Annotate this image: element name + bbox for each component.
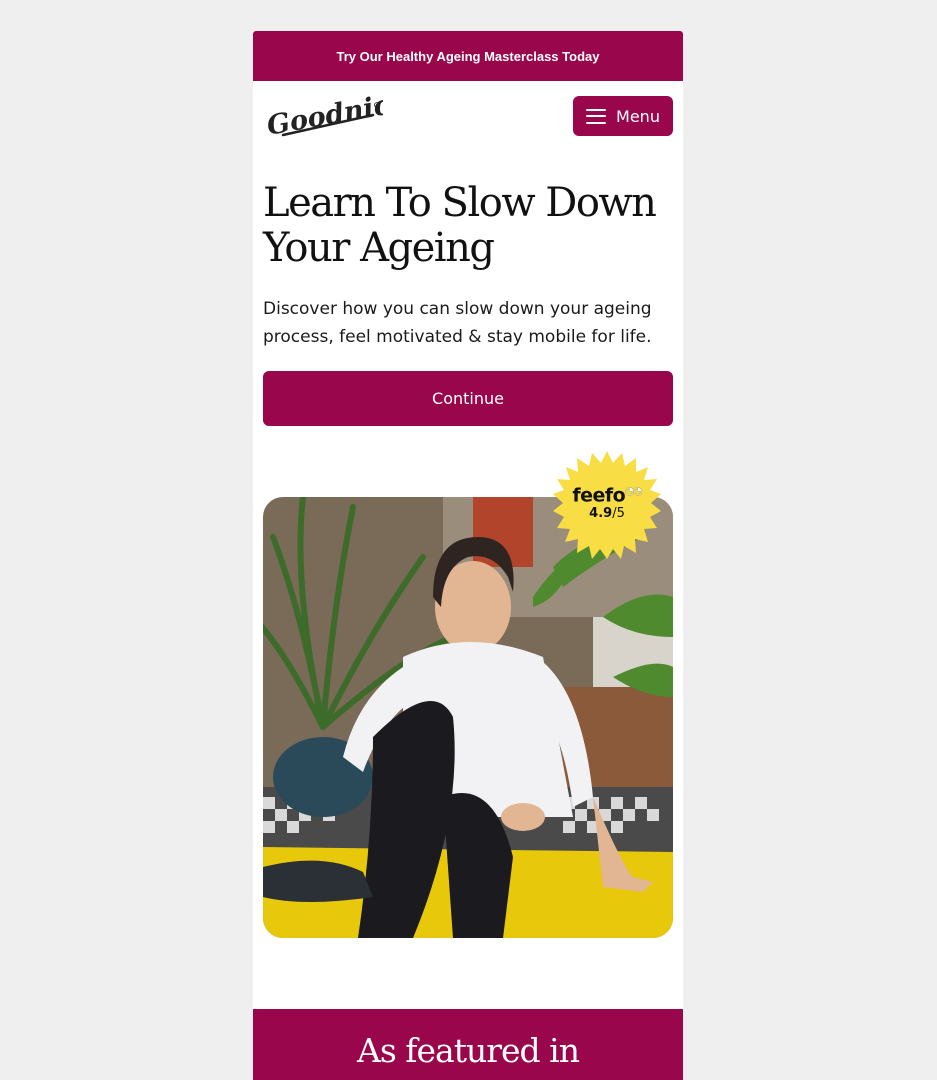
feefo-logo: feefo◔◔ [572, 484, 642, 507]
hero-image [263, 497, 673, 938]
hero-title: Learn To Slow Down Your Ageing [263, 180, 657, 271]
goodnick-logo[interactable]: Goodnick [263, 91, 383, 141]
continue-button[interactable]: Continue [263, 371, 673, 426]
hero-description: Discover how you can slow down your agei… [263, 299, 652, 347]
promo-banner-text: Try Our Healthy Ageing Masterclass Today [336, 48, 600, 64]
feefo-rating-badge[interactable]: feefo◔◔ 4.9/5 [553, 451, 661, 559]
menu-button-label: Menu [616, 106, 660, 126]
menu-button[interactable]: Menu [573, 96, 673, 136]
menu-icon [586, 108, 607, 124]
site-header: Goodnick Menu [253, 81, 683, 151]
feefo-score: 4.9/5 [589, 505, 625, 521]
continue-button-label: Continue [432, 389, 504, 408]
page-container: Try Our Healthy Ageing Masterclass Today… [253, 31, 683, 1080]
featured-section: As featured in [253, 1009, 683, 1080]
promo-banner[interactable]: Try Our Healthy Ageing Masterclass Today [253, 31, 683, 81]
featured-title: As featured in [357, 1031, 580, 1070]
